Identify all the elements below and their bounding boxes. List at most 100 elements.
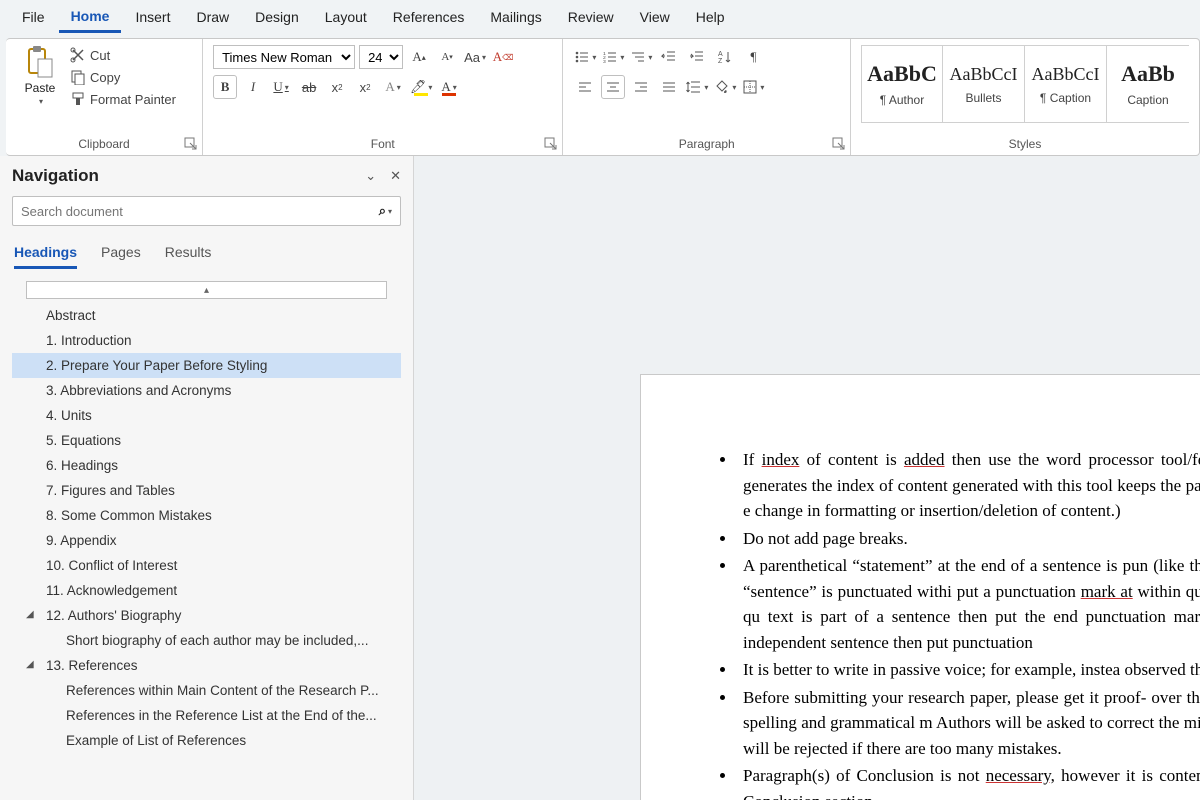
superscript-button[interactable]: x2	[353, 75, 377, 99]
workspace: Navigation ⌄ ✕ ⌕▾ Headings Pages Results…	[0, 156, 1200, 800]
shrink-font-button[interactable]: A▾	[435, 45, 459, 69]
align-center-button[interactable]	[601, 75, 625, 99]
nav-item[interactable]: References in the Reference List at the …	[12, 703, 401, 728]
search-icon[interactable]: ⌕	[379, 203, 386, 219]
menu-mailings[interactable]: Mailings	[478, 3, 553, 31]
style-caption2[interactable]: AaBbCaption	[1107, 45, 1189, 123]
menu-view[interactable]: View	[628, 3, 682, 31]
cut-button[interactable]: Cut	[70, 47, 176, 63]
format-painter-button[interactable]: Format Painter	[70, 91, 176, 107]
font-size-select[interactable]: 24	[359, 45, 403, 69]
line-spacing-button[interactable]: ▾	[685, 75, 709, 99]
search-dropdown-icon[interactable]: ▾	[386, 207, 392, 216]
nav-item[interactable]: 5. Equations	[12, 428, 401, 453]
nav-item[interactable]: ◢13. References	[12, 653, 401, 678]
menu-layout[interactable]: Layout	[313, 3, 379, 31]
nav-item[interactable]: 1. Introduction	[12, 328, 401, 353]
menu-bar: File Home Insert Draw Design Layout Refe…	[0, 0, 1200, 34]
menu-insert[interactable]: Insert	[123, 3, 182, 31]
nav-item[interactable]: 11. Acknowledgement	[12, 578, 401, 603]
multilevel-list-button[interactable]: ▾	[629, 45, 653, 69]
justify-button[interactable]	[657, 75, 681, 99]
clipboard-dialog-launcher[interactable]	[184, 137, 198, 151]
menu-design[interactable]: Design	[243, 3, 311, 31]
bold-button[interactable]: B	[213, 75, 237, 99]
nav-item-label: 10. Conflict of Interest	[46, 558, 177, 573]
paragraph-dialog-launcher[interactable]	[832, 137, 846, 151]
nav-item[interactable]: Example of List of References	[12, 728, 401, 753]
document-page[interactable]: If index of content is added then use th…	[640, 374, 1200, 800]
nav-item[interactable]: References within Main Content of the Re…	[12, 678, 401, 703]
group-font: Times New Roman 24 A▴ A▾ Aa▾ A⌫ B I U▾ a…	[203, 39, 563, 155]
document-bullet: It is better to write in passive voice; …	[737, 657, 1200, 683]
nav-item-label: References in the Reference List at the …	[66, 708, 377, 723]
nav-collapse-icon[interactable]: ⌄	[365, 168, 376, 184]
menu-home[interactable]: Home	[59, 2, 122, 33]
document-bullet-list: If index of content is added then use th…	[701, 447, 1200, 800]
shading-button[interactable]: ▾	[713, 75, 737, 99]
numbering-button[interactable]: 123▾	[601, 45, 625, 69]
paste-button[interactable]: Paste ▾	[16, 45, 64, 106]
borders-button[interactable]: ▾	[741, 75, 765, 99]
document-area[interactable]: If index of content is added then use th…	[414, 156, 1200, 800]
nav-item[interactable]: 8. Some Common Mistakes	[12, 503, 401, 528]
search-input[interactable]	[21, 204, 379, 219]
search-box[interactable]: ⌕▾	[12, 196, 401, 226]
nav-item[interactable]: 4. Units	[12, 403, 401, 428]
decrease-indent-button[interactable]	[657, 45, 681, 69]
change-case-button[interactable]: Aa▾	[463, 45, 487, 69]
nav-item[interactable]: 3. Abbreviations and Acronyms	[12, 378, 401, 403]
menu-draw[interactable]: Draw	[184, 3, 241, 31]
style-bullets[interactable]: AaBbCcIBullets	[943, 45, 1025, 123]
strikethrough-button[interactable]: ab	[297, 75, 321, 99]
nav-close-icon[interactable]: ✕	[390, 168, 401, 184]
align-left-button[interactable]	[573, 75, 597, 99]
twisty-icon[interactable]: ◢	[26, 609, 34, 620]
svg-text:3: 3	[603, 59, 606, 65]
menu-references[interactable]: References	[381, 3, 477, 31]
menu-help[interactable]: Help	[684, 3, 737, 31]
sort-button[interactable]: AZ	[713, 45, 737, 69]
bullets-button[interactable]: ▾	[573, 45, 597, 69]
svg-text:A: A	[718, 51, 723, 58]
document-bullet: If index of content is added then use th…	[737, 447, 1200, 524]
nav-item[interactable]: 9. Appendix	[12, 528, 401, 553]
collapse-all-button[interactable]: ▴	[26, 281, 387, 299]
nav-item[interactable]: Short biography of each author may be in…	[12, 628, 401, 653]
nav-item[interactable]: ◢ 12. Authors' Biography	[12, 603, 401, 628]
style-caption[interactable]: AaBbCcI¶ Caption	[1025, 45, 1107, 123]
menu-review[interactable]: Review	[556, 3, 626, 31]
nav-item[interactable]: 10. Conflict of Interest	[12, 553, 401, 578]
copy-button[interactable]: Copy	[70, 69, 176, 85]
font-name-select[interactable]: Times New Roman	[213, 45, 355, 69]
font-color-button[interactable]: A▾	[437, 75, 461, 99]
twisty-icon[interactable]: ◢	[26, 659, 34, 670]
text-effects-button[interactable]: A▾	[381, 75, 405, 99]
navigation-title: Navigation	[12, 166, 99, 186]
nav-item[interactable]: 2. Prepare Your Paper Before Styling	[12, 353, 401, 378]
underline-button[interactable]: U▾	[269, 75, 293, 99]
show-marks-button[interactable]: ¶	[741, 45, 765, 69]
paste-label: Paste	[25, 81, 56, 95]
clear-formatting-button[interactable]: A⌫	[491, 45, 515, 69]
nav-item[interactable]: 7. Figures and Tables	[12, 478, 401, 503]
copy-icon	[70, 69, 86, 85]
align-right-button[interactable]	[629, 75, 653, 99]
tab-pages[interactable]: Pages	[101, 244, 141, 269]
paste-dropdown-icon[interactable]: ▾	[37, 97, 43, 106]
nav-item-label: 1. Introduction	[46, 333, 132, 348]
subscript-button[interactable]: x2	[325, 75, 349, 99]
tab-headings[interactable]: Headings	[14, 244, 77, 269]
nav-item[interactable]: 6. Headings	[12, 453, 401, 478]
style-author[interactable]: AaBbC¶ Author	[861, 45, 943, 123]
increase-indent-button[interactable]	[685, 45, 709, 69]
font-dialog-launcher[interactable]	[544, 137, 558, 151]
nav-item-label: 12. Authors' Biography	[46, 608, 181, 623]
menu-file[interactable]: File	[10, 3, 57, 31]
grow-font-button[interactable]: A▴	[407, 45, 431, 69]
tab-results[interactable]: Results	[165, 244, 212, 269]
nav-item[interactable]: Abstract	[12, 303, 401, 328]
nav-item-label: 2. Prepare Your Paper Before Styling	[46, 358, 267, 373]
highlight-button[interactable]: 🖊▾	[409, 75, 433, 99]
italic-button[interactable]: I	[241, 75, 265, 99]
